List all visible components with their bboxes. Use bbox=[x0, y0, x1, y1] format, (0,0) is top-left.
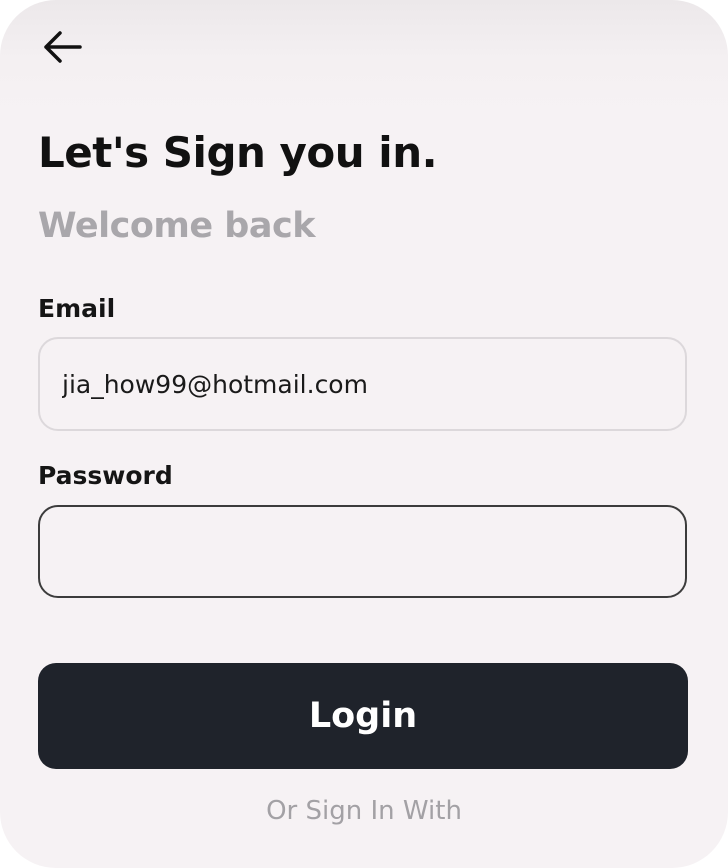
back-button[interactable] bbox=[36, 26, 88, 72]
page-title: Let's Sign you in. bbox=[38, 128, 438, 177]
arrow-left-icon bbox=[42, 30, 82, 68]
or-sign-in-with-text: Or Sign In With bbox=[266, 796, 462, 826]
page-subtitle: Welcome back bbox=[38, 206, 315, 246]
login-button[interactable]: Login bbox=[38, 663, 688, 769]
password-label: Password bbox=[38, 461, 173, 490]
email-label: Email bbox=[38, 294, 116, 323]
password-field[interactable] bbox=[38, 505, 687, 598]
sign-in-screen: Let's Sign you in. Welcome back Email Pa… bbox=[0, 0, 728, 868]
email-field[interactable] bbox=[38, 337, 687, 431]
